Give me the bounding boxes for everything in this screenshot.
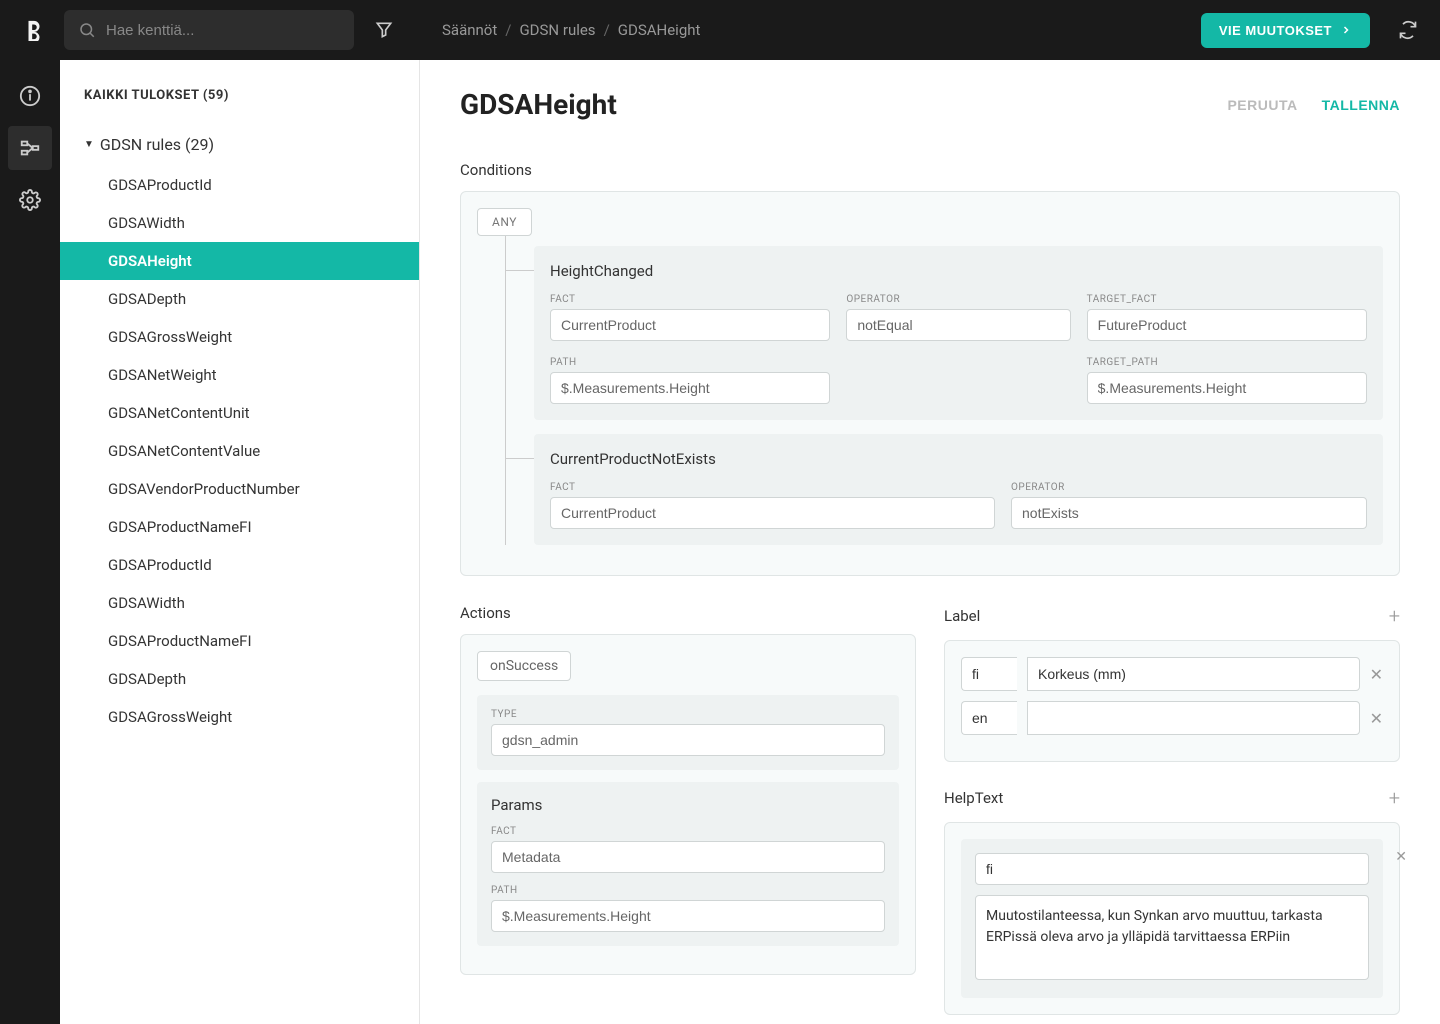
target-path-input[interactable] bbox=[1087, 372, 1367, 404]
sidebar-item[interactable]: GDSADepth bbox=[60, 660, 419, 698]
action-trigger[interactable]: onSuccess bbox=[477, 651, 571, 681]
chevron-right-icon bbox=[1340, 24, 1352, 36]
condition-card: CurrentProductNotExists FACT OPERATOR bbox=[534, 434, 1383, 545]
sidebar-item[interactable]: GDSAHeight bbox=[60, 242, 419, 280]
helptext-textarea[interactable] bbox=[975, 895, 1369, 980]
tree-group-label: GDSN rules (29) bbox=[100, 135, 214, 154]
sidebar-item[interactable]: GDSAProductId bbox=[60, 546, 419, 584]
search-icon bbox=[78, 21, 96, 39]
actions-title: Actions bbox=[460, 604, 916, 622]
sidebar-header: KAIKKI TULOKSET (59) bbox=[60, 88, 419, 127]
actions-box: onSuccess TYPE Params FACT PATH bbox=[460, 634, 916, 975]
conditions-title: Conditions bbox=[460, 161, 1400, 179]
label-lang-input[interactable] bbox=[961, 657, 1017, 691]
rail-rules[interactable] bbox=[8, 126, 52, 170]
params-path-input[interactable] bbox=[491, 900, 885, 932]
condition-name: CurrentProductNotExists bbox=[550, 450, 1367, 468]
search-input[interactable] bbox=[106, 22, 340, 39]
publish-button[interactable]: VIE MUUTOKSET bbox=[1201, 13, 1370, 48]
params-fact-input[interactable] bbox=[491, 841, 885, 873]
sidebar-item[interactable]: GDSAProductNameFI bbox=[60, 508, 419, 546]
sidebar-item[interactable]: GDSAGrossWeight bbox=[60, 698, 419, 736]
topbar: Säännöt / GDSN rules / GDSAHeight VIE MU… bbox=[0, 0, 1440, 60]
sidebar-item[interactable]: GDSAProductNameFI bbox=[60, 622, 419, 660]
sidebar-item[interactable]: GDSADepth bbox=[60, 280, 419, 318]
operator-input[interactable] bbox=[846, 309, 1070, 341]
cancel-button[interactable]: PERUUTA bbox=[1227, 97, 1297, 113]
label-value-input[interactable] bbox=[1027, 657, 1360, 691]
label-value-input[interactable] bbox=[1027, 701, 1360, 735]
operator-input[interactable] bbox=[1011, 497, 1367, 529]
crumb-current[interactable]: GDSAHeight bbox=[618, 21, 701, 39]
params-title: Params bbox=[491, 796, 885, 814]
page-title: GDSAHeight bbox=[460, 88, 617, 121]
sidebar-item[interactable]: GDSAProductId bbox=[60, 166, 419, 204]
search-box[interactable] bbox=[64, 10, 354, 50]
sidebar-item[interactable]: GDSAGrossWeight bbox=[60, 318, 419, 356]
breadcrumb: Säännöt / GDSN rules / GDSAHeight bbox=[442, 21, 700, 39]
remove-label-icon[interactable]: ✕ bbox=[1370, 665, 1383, 684]
helptext-lang-input[interactable] bbox=[975, 853, 1369, 885]
sidebar-item[interactable]: GDSAWidth bbox=[60, 204, 419, 242]
rail-info[interactable] bbox=[8, 74, 52, 118]
target-fact-input[interactable] bbox=[1087, 309, 1367, 341]
condition-mode[interactable]: ANY bbox=[477, 208, 532, 236]
label-lang-input[interactable] bbox=[961, 701, 1017, 735]
rail-nav bbox=[0, 60, 60, 1024]
sidebar-item[interactable]: GDSAWidth bbox=[60, 584, 419, 622]
action-type-input[interactable] bbox=[491, 724, 885, 756]
sidebar-item[interactable]: GDSANetWeight bbox=[60, 356, 419, 394]
sidebar-item[interactable]: GDSANetContentValue bbox=[60, 432, 419, 470]
sidebar-item[interactable]: GDSANetContentUnit bbox=[60, 394, 419, 432]
path-input[interactable] bbox=[550, 372, 830, 404]
publish-label: VIE MUUTOKSET bbox=[1219, 23, 1332, 38]
refresh-icon[interactable] bbox=[1392, 14, 1424, 46]
save-button[interactable]: TALLENNA bbox=[1322, 97, 1400, 113]
add-helptext-icon[interactable]: + bbox=[1389, 786, 1400, 810]
sidebar-item[interactable]: GDSAVendorProductNumber bbox=[60, 470, 419, 508]
condition-name: HeightChanged bbox=[550, 262, 1367, 280]
label-row: ✕ bbox=[961, 701, 1383, 735]
filter-icon[interactable] bbox=[366, 12, 402, 48]
helptext-box: ✕ bbox=[944, 822, 1400, 1015]
crumb-group[interactable]: GDSN rules bbox=[519, 21, 595, 39]
sidebar: KAIKKI TULOKSET (59) ▼ GDSN rules (29) G… bbox=[60, 60, 420, 1024]
caret-down-icon: ▼ bbox=[84, 139, 94, 150]
label-title: Label bbox=[944, 607, 980, 625]
fact-input[interactable] bbox=[550, 309, 830, 341]
main-content: GDSAHeight PERUUTA TALLENNA Conditions A… bbox=[420, 60, 1440, 1024]
fact-input[interactable] bbox=[550, 497, 995, 529]
label-box: ✕ ✕ bbox=[944, 640, 1400, 762]
add-label-icon[interactable]: + bbox=[1389, 604, 1400, 628]
logo bbox=[16, 12, 52, 48]
helptext-title: HelpText bbox=[944, 789, 1003, 807]
remove-helptext-icon[interactable]: ✕ bbox=[1395, 849, 1407, 865]
condition-card: HeightChanged FACT OPERATOR TARGET_FACT bbox=[534, 246, 1383, 420]
conditions-box: ANY HeightChanged FACT OPERATOR bbox=[460, 191, 1400, 576]
rail-settings[interactable] bbox=[8, 178, 52, 222]
crumb-root[interactable]: Säännöt bbox=[442, 21, 497, 39]
remove-label-icon[interactable]: ✕ bbox=[1370, 709, 1383, 728]
helptext-card: ✕ bbox=[961, 839, 1383, 998]
tree-group-toggle[interactable]: ▼ GDSN rules (29) bbox=[84, 127, 395, 162]
label-row: ✕ bbox=[961, 657, 1383, 691]
